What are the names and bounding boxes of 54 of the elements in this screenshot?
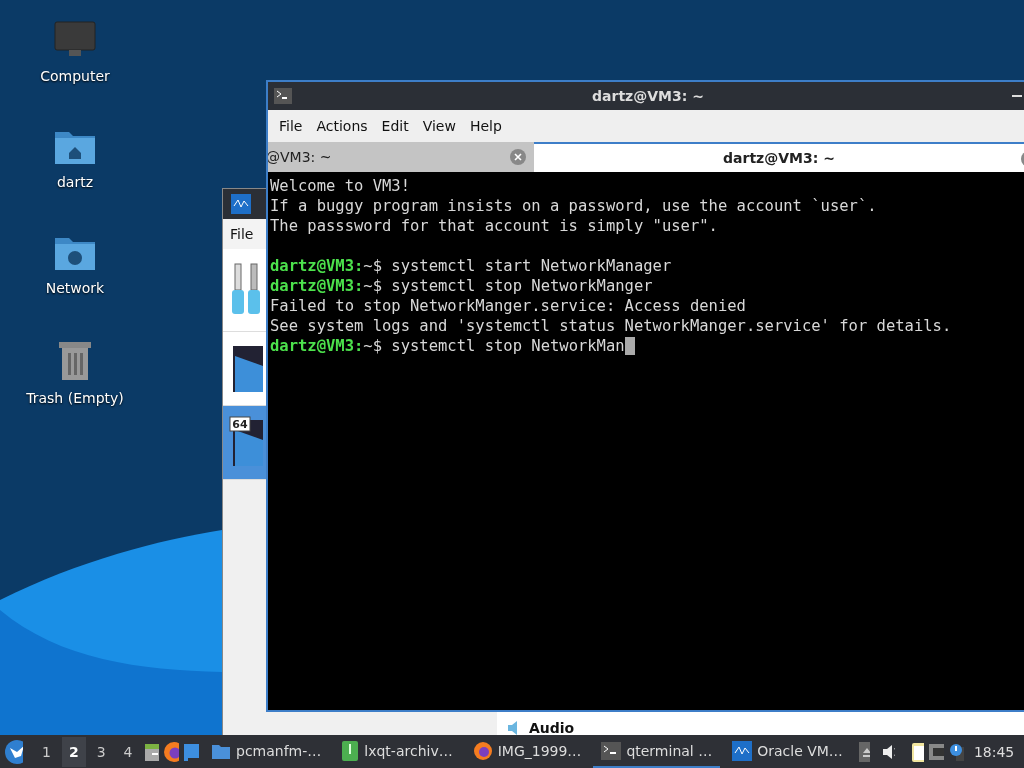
start-menu-icon[interactable] xyxy=(4,738,23,765)
desktop-icon-label[interactable]: Network xyxy=(45,280,105,296)
output-text: See system logs and 'systemctl status NetworkManger.service' for details. xyxy=(270,316,952,336)
close-tab-icon[interactable] xyxy=(510,149,526,165)
clock: 18:45 xyxy=(973,743,1015,760)
workspace-button[interactable]: 2 xyxy=(61,736,86,767)
workspace-button[interactable]: 1 xyxy=(35,736,58,767)
machine-list-item[interactable] xyxy=(223,332,269,406)
badge-text: 64 xyxy=(232,417,248,431)
file-cabinet-icon[interactable] xyxy=(143,741,160,762)
prompt-text: dartz@VM3: xyxy=(270,276,364,296)
network-icon[interactable] xyxy=(928,742,945,761)
clipboard-icon[interactable] xyxy=(911,740,925,763)
volume-icon[interactable] xyxy=(882,743,896,760)
output-text: Failed to stop NetworkManger.service: Access denied xyxy=(270,296,746,316)
command-text: ~$ systemctl stop NetworkMan xyxy=(363,336,625,356)
eject-icon[interactable] xyxy=(858,741,871,762)
menu-item[interactable]: Help xyxy=(462,118,509,134)
firefox-icon xyxy=(472,740,493,761)
workspace-button[interactable]: 3 xyxy=(89,736,113,767)
prompt-text: dartz@VM3: xyxy=(270,256,364,276)
virtualbox-icon xyxy=(231,194,251,214)
output-text: Welcome to VM3! xyxy=(270,176,410,196)
menu-item[interactable]: View xyxy=(415,118,463,134)
desktop-icon-label[interactable]: Trash (Empty) xyxy=(26,390,124,406)
desktop-icon-label[interactable]: dartz xyxy=(56,174,94,190)
output-text: The passsword for that account is simply "user". xyxy=(270,216,718,236)
show-desktop-icon[interactable] xyxy=(183,741,199,762)
taskbar-task[interactable]: IMG_1999… xyxy=(464,735,590,768)
machine-list-item[interactable]: 64 xyxy=(223,406,269,480)
output-text: If a buggy program insists on a password, use the account `user`. xyxy=(270,196,877,216)
menu-item[interactable]: File xyxy=(228,226,256,242)
firefox-icon[interactable] xyxy=(163,740,180,763)
window-title: dartz@VM3: ~ xyxy=(592,88,704,104)
taskbar-task[interactable]: Oracle VM… xyxy=(724,735,851,768)
terminal-tab[interactable]: dartz@VM3: ~ xyxy=(534,142,1024,172)
command-text: ~$ systemctl stop NetworkManger xyxy=(363,276,653,296)
taskbar-task[interactable]: lxqt-archiv… xyxy=(333,735,461,768)
notification-icon[interactable] xyxy=(948,742,964,761)
machine-list-item[interactable] xyxy=(223,249,269,332)
terminal-icon xyxy=(274,88,292,104)
desktop-icon-label[interactable]: Computer xyxy=(40,68,110,84)
section-heading: Audio xyxy=(529,720,575,736)
terminal-icon xyxy=(601,741,622,760)
archive-icon xyxy=(341,739,360,762)
virtualbox-icon xyxy=(732,740,753,761)
prompt-text: dartz@VM3: xyxy=(270,336,364,356)
taskbar-task[interactable]: pcmanfm-… xyxy=(203,735,330,768)
menu-item[interactable]: Edit xyxy=(374,118,416,134)
command-text: ~$ systemctl start NetworkManager xyxy=(363,256,672,276)
menu-item[interactable]: File xyxy=(272,118,310,134)
menu-item[interactable]: Actions xyxy=(309,118,375,134)
workspace-button[interactable]: 4 xyxy=(116,736,140,767)
taskbar-task[interactable]: qterminal … xyxy=(593,735,721,768)
